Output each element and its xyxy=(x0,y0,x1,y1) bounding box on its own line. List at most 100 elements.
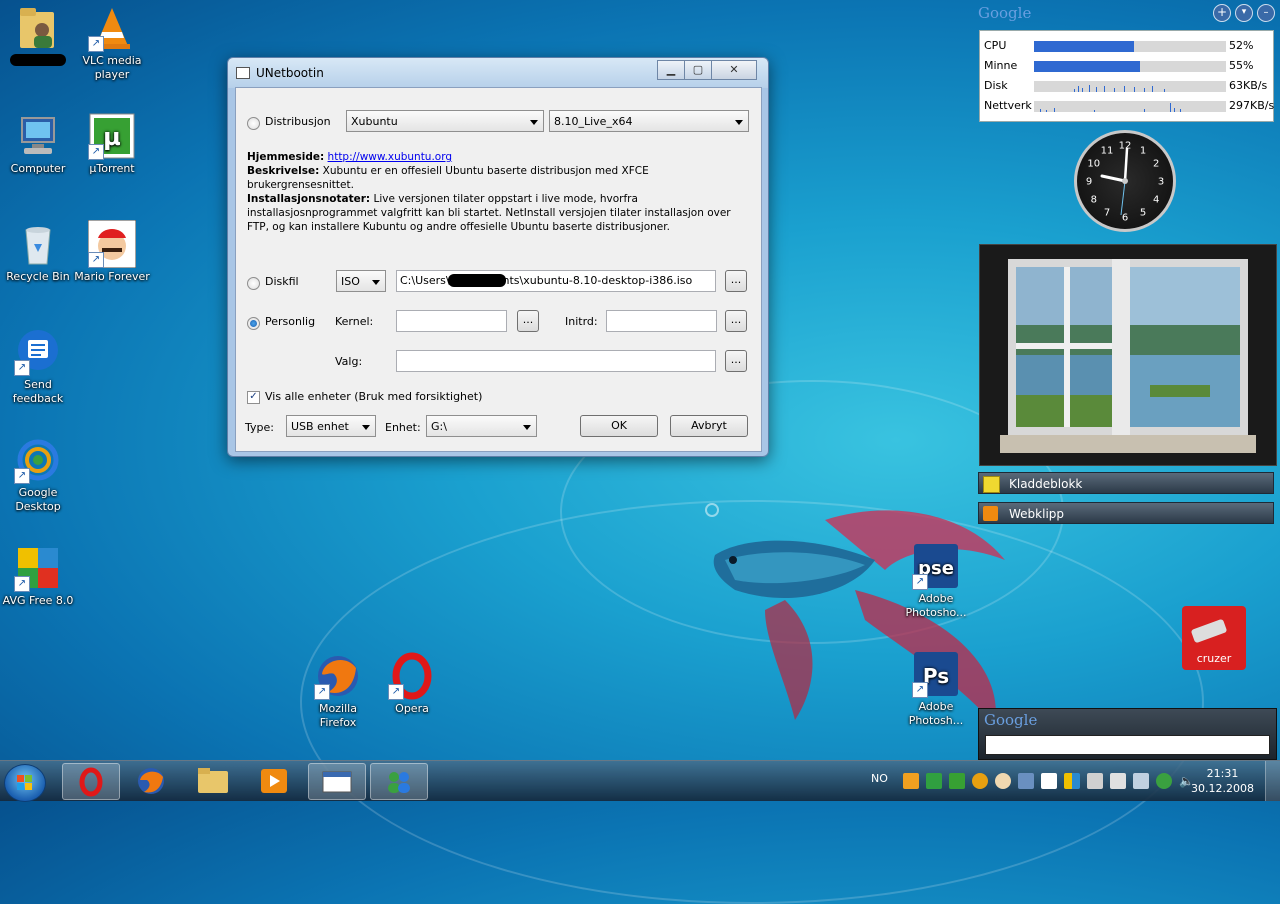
taskbar-explorer[interactable] xyxy=(185,763,241,798)
clock-numeral: 7 xyxy=(1104,208,1110,219)
taskbar: NO 🔈 21:31 30.12.2008 xyxy=(0,760,1280,802)
show-all-checkbox[interactable]: ✓ xyxy=(247,391,260,404)
chevron-down-icon xyxy=(362,425,370,430)
meter-name: Nettverk xyxy=(984,99,1032,112)
show-desktop-button[interactable] xyxy=(1265,761,1280,801)
diskfil-path-input[interactable]: C:\Users\ \Documents\xubuntu-8.10-deskto… xyxy=(396,270,716,292)
maximize-button[interactable]: ▢ xyxy=(684,60,712,80)
homepage-link[interactable]: http://www.xubuntu.org xyxy=(328,151,452,163)
enhet-label: Enhet: xyxy=(385,421,421,434)
window-client-area: Distribusjon Xubuntu 8.10_Live_x64 Hjemm… xyxy=(235,87,762,452)
personlig-radio[interactable] xyxy=(247,317,260,330)
kernel-browse-button[interactable]: ... xyxy=(517,310,539,332)
desktop-icon-utorrent[interactable]: µ ↗ µTorrent xyxy=(74,112,150,176)
diskfil-type-value: ISO xyxy=(341,275,360,288)
clock-numeral: 9 xyxy=(1086,177,1092,188)
desktop-icon-send-feedback[interactable]: ↗ Send feedback xyxy=(0,328,76,406)
gadget-notes[interactable]: Kladdeblokk xyxy=(978,472,1274,494)
description-label: Beskrivelse: xyxy=(247,165,320,177)
meter-row-disk: Disk 63KB/s xyxy=(984,78,1269,94)
tray-date: 30.12.2008 xyxy=(1191,782,1254,795)
version-select[interactable]: 8.10_Live_x64 xyxy=(549,110,749,132)
tray-flag-icon[interactable] xyxy=(1041,773,1057,789)
svg-text:µ: µ xyxy=(103,123,121,151)
desktop-icon-avg[interactable]: ↗ AVG Free 8.0 xyxy=(0,544,76,608)
tray-time: 21:31 xyxy=(1206,767,1239,780)
tray-hand-icon[interactable] xyxy=(995,773,1011,789)
google-search-input[interactable] xyxy=(985,735,1270,755)
distro-select-value: Xubuntu xyxy=(351,115,398,128)
taskbar-opera[interactable] xyxy=(62,763,120,800)
desktop-icon-photoshop[interactable]: Ps ↗ Adobe Photosh... xyxy=(898,650,974,728)
tray-messenger-icon[interactable] xyxy=(1156,773,1172,789)
initrd-input[interactable] xyxy=(606,310,717,332)
taskbar-messenger[interactable] xyxy=(370,763,428,800)
desktop-icon-user-folder[interactable] xyxy=(0,4,76,66)
cruzer-usb-icon[interactable]: cruzer xyxy=(1182,606,1246,670)
unetbootin-window[interactable]: UNetbootin ▁ ▢ ✕ Distribusjon Xubuntu 8.… xyxy=(227,57,769,457)
diskfil-path-value: C:\Users\ \Documents\xubuntu-8.10-deskto… xyxy=(400,274,693,287)
desktop-icon-recycle-bin[interactable]: Recycle Bin xyxy=(0,220,76,284)
diskfil-type-select[interactable]: ISO xyxy=(336,270,386,292)
meter-value: 63KB/s xyxy=(1229,79,1268,92)
kernel-input[interactable] xyxy=(396,310,507,332)
taskbar-firefox[interactable] xyxy=(123,763,179,798)
ok-button[interactable]: OK xyxy=(580,415,658,437)
language-indicator[interactable]: NO xyxy=(871,772,888,785)
tray-usb-icon[interactable] xyxy=(1110,773,1126,789)
type-label: Type: xyxy=(245,421,274,434)
slideshow-gadget[interactable] xyxy=(979,244,1277,466)
taskbar-media-player[interactable] xyxy=(246,763,302,798)
desktop-icon-computer[interactable]: Computer xyxy=(0,112,76,176)
meter-sparkline xyxy=(1034,101,1226,112)
desktop-icon-mario[interactable]: ↗ Mario Forever xyxy=(74,219,150,284)
tray-check-icon[interactable] xyxy=(926,773,942,789)
minimize-button[interactable]: ▁ xyxy=(657,60,685,80)
tray-device-icon[interactable] xyxy=(1087,773,1103,789)
desktop-icon-photoshop-elements[interactable]: pse ↗ Adobe Photosho... xyxy=(898,542,974,620)
initrd-label: Initrd: xyxy=(565,315,598,328)
type-select[interactable]: USB enhet xyxy=(286,415,376,437)
clock-gadget[interactable]: 12 1 2 3 4 5 6 7 8 9 10 11 xyxy=(1074,130,1176,232)
tray-google-icon[interactable] xyxy=(972,773,988,789)
meter-row-memory: Minne 55% xyxy=(984,58,1269,74)
initrd-browse-button[interactable]: ... xyxy=(725,310,747,332)
distribusjon-radio[interactable] xyxy=(247,117,260,130)
title-bar[interactable]: UNetbootin ▁ ▢ ✕ xyxy=(228,58,768,86)
sidebar-google-logo: Google xyxy=(978,4,1032,22)
tray-display-icon[interactable] xyxy=(1133,773,1149,789)
sidebar-add-icon[interactable]: + xyxy=(1213,4,1231,22)
opera-icon xyxy=(79,767,103,797)
tray-vlc-icon[interactable] xyxy=(903,773,919,789)
valg-input[interactable] xyxy=(396,350,716,372)
meter-value: 55% xyxy=(1229,59,1254,72)
sidebar-minimize-icon[interactable]: – xyxy=(1257,4,1275,22)
desktop-icon-firefox[interactable]: ↗ Mozilla Firefox xyxy=(300,652,376,730)
cancel-button[interactable]: Avbryt xyxy=(670,415,748,437)
tray-utorrent-icon[interactable] xyxy=(949,773,965,789)
enhet-select[interactable]: G:\ xyxy=(426,415,537,437)
tray-network-icon[interactable] xyxy=(1018,773,1034,789)
desktop-icon-opera[interactable]: ↗ Opera xyxy=(374,652,450,716)
meter-fill xyxy=(1034,41,1134,52)
window-landscape-photo xyxy=(980,245,1276,465)
tray-clock[interactable]: 21:31 30.12.2008 xyxy=(1191,766,1254,796)
gadget-webclips[interactable]: Webklipp xyxy=(978,502,1274,524)
meter-value: 52% xyxy=(1229,39,1254,52)
taskbar-unetbootin[interactable] xyxy=(308,763,366,800)
distro-info: Hjemmeside: http://www.xubuntu.org Beskr… xyxy=(247,150,737,234)
meter-row-network: Nettverk 297KB/s xyxy=(984,98,1274,114)
desktop-icon-google-desktop[interactable]: ↗ Google Desktop xyxy=(0,436,76,514)
diskfil-browse-button[interactable]: ... xyxy=(725,270,747,292)
distro-select[interactable]: Xubuntu xyxy=(346,110,544,132)
start-button[interactable] xyxy=(4,764,46,802)
desktop-icon-vlc[interactable]: ↗ VLC media player xyxy=(74,4,150,82)
personlig-label: Personlig xyxy=(265,315,316,328)
diskfil-radio[interactable] xyxy=(247,277,260,290)
clock-numeral: 5 xyxy=(1140,208,1146,219)
clock-numeral: 1 xyxy=(1140,145,1146,156)
sidebar-menu-icon[interactable]: ▾ xyxy=(1235,4,1253,22)
valg-browse-button[interactable]: ... xyxy=(725,350,747,372)
close-button[interactable]: ✕ xyxy=(711,60,757,80)
tray-avg-icon[interactable] xyxy=(1064,773,1080,789)
